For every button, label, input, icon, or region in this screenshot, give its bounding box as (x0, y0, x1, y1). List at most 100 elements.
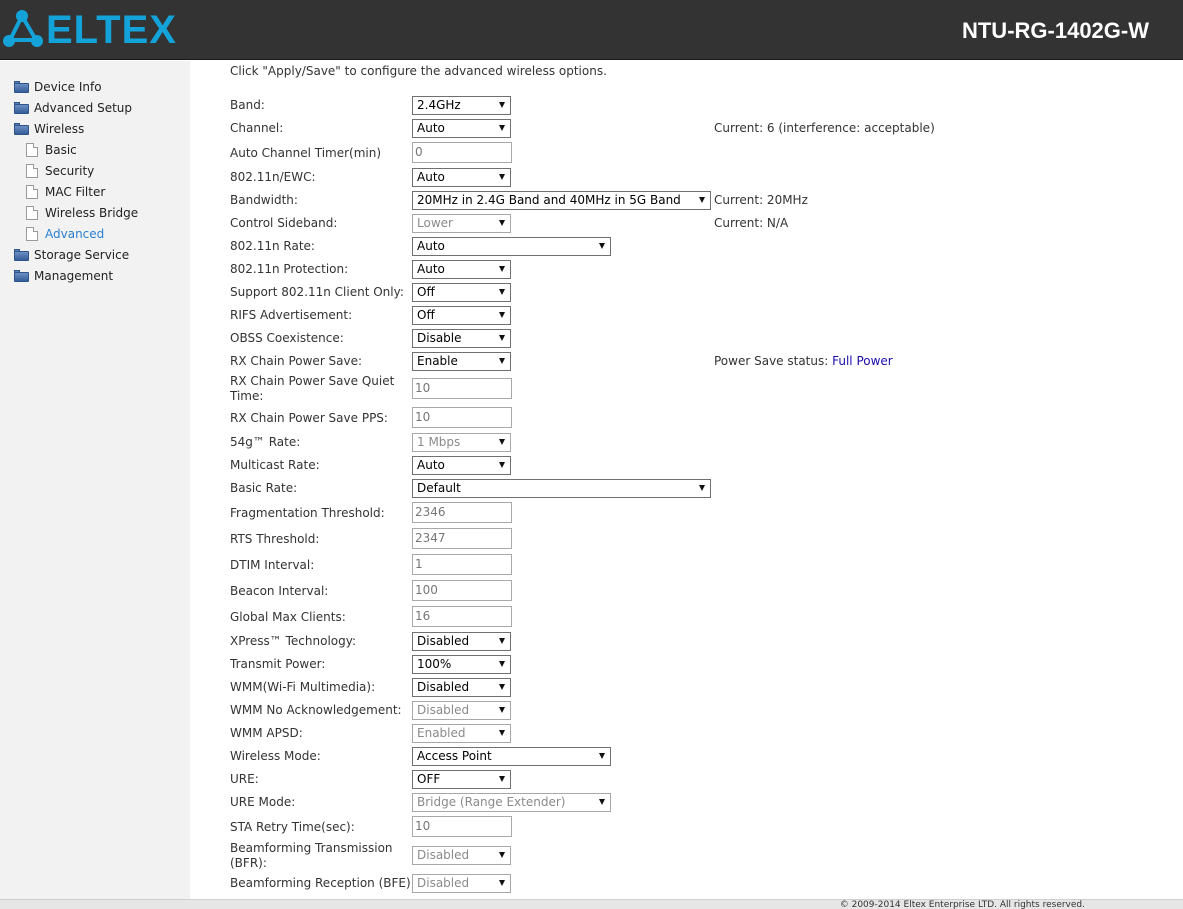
max-clients-input[interactable]: 16 (412, 606, 512, 627)
frag-threshold-label: Fragmentation Threshold: (230, 506, 385, 520)
rts-threshold-input[interactable]: 2347 (412, 528, 512, 549)
document-icon (26, 206, 38, 220)
bfe-label: Beamforming Reception (BFE): (230, 876, 415, 890)
bfe-select[interactable]: Disabled (412, 874, 511, 893)
basic-rate-select[interactable]: Default (412, 479, 711, 498)
bandwidth-label: Bandwidth: (230, 193, 298, 207)
rx-power-save-select[interactable]: Enable (412, 352, 511, 371)
bfr-label: Beamforming Transmission (BFR): (230, 841, 393, 870)
dropdown-arrow-icon (499, 266, 505, 272)
wireless-mode-select[interactable]: Access Point (412, 747, 611, 766)
sidebar-item-management[interactable]: Management (14, 266, 113, 286)
dropdown-arrow-icon (499, 220, 505, 226)
wmm-apsd-select[interactable]: Enabled (412, 724, 511, 743)
dropdown-arrow-icon (499, 439, 505, 445)
wmm-label: WMM(Wi-Fi Multimedia): (230, 680, 376, 694)
ure-mode-select[interactable]: Bridge (Range Extender) (412, 793, 611, 812)
control-sideband-label: Control Sideband: (230, 216, 338, 230)
rx-quiet-time-input[interactable]: 10 (412, 378, 512, 399)
ure-select[interactable]: OFF (412, 770, 511, 789)
sta-retry-label: STA Retry Time(sec): (230, 820, 355, 834)
dropdown-arrow-icon (499, 880, 505, 886)
dropdown-arrow-icon (499, 174, 505, 180)
dropdown-arrow-icon (499, 289, 505, 295)
sidebar-item-label: Wireless (34, 122, 85, 136)
sidebar-item-basic[interactable]: Basic (26, 140, 77, 160)
channel-select[interactable]: Auto (412, 119, 511, 138)
g-rate-select[interactable]: 1 Mbps (412, 433, 511, 452)
sidebar-item-mac-filter[interactable]: MAC Filter (26, 182, 105, 202)
n-rate-select[interactable]: Auto (412, 237, 611, 256)
auto-channel-timer-input[interactable]: 0 (412, 142, 512, 163)
dropdown-arrow-icon (499, 125, 505, 131)
auto-channel-timer-label: Auto Channel Timer(min) (230, 146, 382, 160)
n-rate-label: 802.11n Rate: (230, 239, 315, 253)
sidebar-item-wireless-bridge[interactable]: Wireless Bridge (26, 203, 138, 223)
sidebar-item-advanced-setup[interactable]: Advanced Setup (14, 98, 132, 118)
dropdown-arrow-icon (499, 852, 505, 858)
dropdown-arrow-icon (499, 684, 505, 690)
dropdown-arrow-icon (699, 197, 705, 203)
rts-threshold-label: RTS Threshold: (230, 532, 320, 546)
dropdown-arrow-icon (599, 243, 605, 249)
n-client-only-select[interactable]: Off (412, 283, 511, 302)
footer-bar: © 2009-2014 Eltex Enterprise LTD. All ri… (0, 899, 1183, 909)
power-save-status-value: Full Power (832, 354, 893, 368)
sidebar-item-label: Device Info (34, 80, 102, 94)
sidebar-item-wireless[interactable]: Wireless (14, 119, 84, 139)
wmm-noack-select[interactable]: Disabled (412, 701, 511, 720)
document-icon (26, 164, 38, 178)
bandwidth-select[interactable]: 20MHz in 2.4G Band and 40MHz in 5G Band (412, 191, 711, 210)
wmm-select[interactable]: Disabled (412, 678, 511, 697)
channel-label: Channel: (230, 121, 284, 135)
band-select[interactable]: 2.4GHz (412, 96, 511, 115)
dropdown-arrow-icon (599, 799, 605, 805)
rx-quiet-time-label: RX Chain Power Save Quiet Time: (230, 374, 395, 403)
dropdown-arrow-icon (599, 753, 605, 759)
folder-icon (14, 101, 29, 114)
sidebar-item-storage-service[interactable]: Storage Service (14, 245, 129, 265)
xpress-select[interactable]: Disabled (412, 632, 511, 651)
wireless-mode-label: Wireless Mode: (230, 749, 321, 763)
beacon-input[interactable]: 100 (412, 580, 512, 601)
intro-text: Click "Apply/Save" to configure the adva… (230, 64, 607, 78)
tx-power-label: Transmit Power: (230, 657, 326, 671)
bfr-select[interactable]: Disabled (412, 846, 511, 865)
wmm-noack-label: WMM No Acknowledgement: (230, 703, 402, 717)
tx-power-select[interactable]: 100% (412, 655, 511, 674)
sidebar-item-advanced[interactable]: Advanced (26, 224, 104, 244)
band-label: Band: (230, 98, 265, 112)
logo-network-icon (3, 10, 43, 47)
document-icon (26, 185, 38, 199)
device-model: NTU-RG-1402G-W (961, 18, 1149, 43)
obss-select[interactable]: Disable (412, 329, 511, 348)
sidebar-item-label: Advanced (45, 227, 105, 241)
control-sideband-status: Current: N/A (714, 216, 789, 230)
dropdown-arrow-icon (499, 462, 505, 468)
dropdown-arrow-icon (499, 358, 505, 364)
ure-mode-label: URE Mode: (230, 795, 296, 809)
sidebar-nav: Device Info Advanced Setup Wireless Basi… (0, 61, 190, 899)
frag-threshold-input[interactable]: 2346 (412, 502, 512, 523)
rifs-select[interactable]: Off (412, 306, 511, 325)
dtim-label: DTIM Interval: (230, 558, 315, 572)
power-save-status: Power Save status: Full Power (714, 354, 893, 368)
bandwidth-status: Current: 20MHz (714, 193, 808, 207)
sidebar-item-security[interactable]: Security (26, 161, 94, 181)
n-client-only-label: Support 802.11n Client Only: (230, 285, 404, 299)
dropdown-arrow-icon (499, 661, 505, 667)
ewc-select[interactable]: Auto (412, 168, 511, 187)
sidebar-item-label: Advanced Setup (34, 101, 133, 115)
n-protection-select[interactable]: Auto (412, 260, 511, 279)
multicast-rate-select[interactable]: Auto (412, 456, 511, 475)
ure-label: URE: (230, 772, 259, 786)
sidebar-item-device-info[interactable]: Device Info (14, 77, 102, 97)
sta-retry-input[interactable]: 10 (412, 816, 512, 837)
control-sideband-select[interactable]: Lower (412, 214, 511, 233)
dropdown-arrow-icon (499, 312, 505, 318)
folder-open-icon (14, 122, 29, 135)
n-protection-label: 802.11n Protection: (230, 262, 349, 276)
dtim-input[interactable]: 1 (412, 554, 512, 575)
rx-pps-input[interactable]: 10 (412, 407, 512, 428)
document-icon (26, 227, 38, 241)
